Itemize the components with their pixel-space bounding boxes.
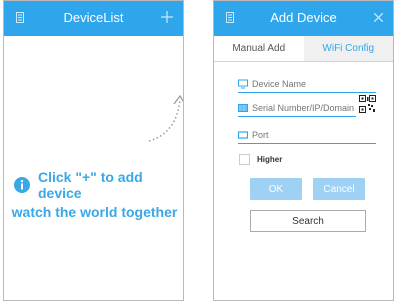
tab-manual-add[interactable]: Manual Add bbox=[214, 36, 304, 61]
serial-input[interactable] bbox=[252, 103, 356, 113]
higher-checkbox-label: Higher bbox=[257, 155, 283, 164]
monitor-icon bbox=[238, 79, 248, 89]
add-mode-tabs: Manual Add WiFi Config bbox=[214, 36, 393, 62]
device-list-header: DeviceList bbox=[4, 1, 183, 36]
serial-field[interactable] bbox=[238, 100, 356, 117]
barcode-icon bbox=[238, 103, 248, 113]
qr-code-icon[interactable] bbox=[359, 95, 376, 113]
plus-icon[interactable] bbox=[161, 11, 173, 23]
add-device-header: Add Device bbox=[214, 1, 393, 36]
dotted-arrow-icon bbox=[147, 93, 183, 145]
hint-text-line2: watch the world together bbox=[11, 204, 178, 220]
port-icon bbox=[237, 130, 249, 140]
page-title: DeviceList bbox=[63, 10, 124, 25]
port-field[interactable] bbox=[237, 127, 376, 144]
higher-checkbox[interactable] bbox=[239, 154, 250, 165]
page-title: Add Device bbox=[270, 10, 337, 25]
hint-text-line1: Click "+" to add device bbox=[38, 169, 143, 201]
add-device-screen: Add Device Manual Add WiFi Config Device… bbox=[213, 0, 394, 301]
port-input[interactable] bbox=[252, 130, 376, 140]
search-button[interactable]: Search bbox=[250, 210, 366, 232]
cancel-button[interactable]: Cancel bbox=[313, 178, 365, 200]
device-list-screen: DeviceList Click "+" to add device watch… bbox=[3, 0, 184, 301]
device-name-input[interactable] bbox=[252, 79, 376, 89]
add-device-hint: Click "+" to add device bbox=[14, 169, 183, 201]
device-name-field[interactable] bbox=[238, 76, 376, 93]
tab-wifi-config[interactable]: WiFi Config bbox=[303, 36, 393, 61]
close-icon[interactable] bbox=[374, 13, 383, 22]
info-icon bbox=[14, 177, 30, 193]
ok-button[interactable]: OK bbox=[250, 178, 302, 200]
